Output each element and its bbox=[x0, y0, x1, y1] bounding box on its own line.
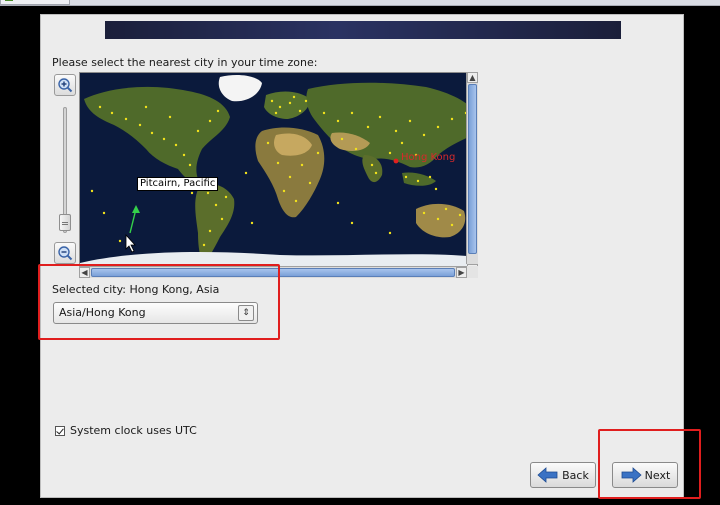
back-arrow-icon bbox=[537, 467, 558, 483]
back-button-label: Back bbox=[562, 468, 589, 482]
selected-city-map-label: Hong Kong bbox=[401, 152, 456, 163]
annotation-highlight-next bbox=[598, 429, 701, 499]
zoom-out-button[interactable] bbox=[54, 242, 76, 264]
tab-close-icon[interactable]: × bbox=[57, 0, 65, 4]
window-tab-label: slave1 bbox=[17, 0, 50, 3]
installer-panel: Please select the nearest city in your t… bbox=[40, 14, 684, 498]
back-button[interactable]: Back bbox=[530, 462, 596, 488]
scroll-corner bbox=[467, 266, 478, 278]
zoom-in-button[interactable] bbox=[54, 74, 76, 96]
utc-checkbox[interactable] bbox=[55, 425, 65, 436]
selected-city-dot[interactable] bbox=[393, 158, 399, 164]
utc-checkbox-label[interactable]: System clock uses UTC bbox=[70, 424, 197, 437]
scroll-up-icon[interactable]: ▲ bbox=[467, 72, 478, 83]
hover-city-label: Pitcairn, Pacific bbox=[137, 177, 219, 191]
annotation-highlight-city bbox=[38, 264, 280, 340]
window-tab-strip: slave1 × bbox=[0, 0, 720, 6]
zoom-out-icon bbox=[58, 246, 73, 261]
window-tab[interactable]: slave1 × bbox=[0, 0, 70, 5]
zoom-in-icon bbox=[58, 78, 73, 93]
world-map[interactable] bbox=[79, 72, 478, 278]
timezone-prompt: Please select the nearest city in your t… bbox=[52, 56, 318, 69]
vm-icon bbox=[5, 0, 13, 1]
utc-checkbox-row[interactable]: System clock uses UTC bbox=[55, 424, 197, 437]
installer-banner bbox=[105, 21, 621, 39]
map-vertical-scroll-thumb[interactable] bbox=[468, 84, 477, 254]
zoom-slider-thumb[interactable] bbox=[59, 214, 71, 231]
world-map-canvas[interactable] bbox=[80, 73, 478, 278]
scroll-right-icon[interactable]: ▶ bbox=[456, 267, 467, 278]
map-vertical-scrollbar[interactable]: ▲ ▼ bbox=[466, 72, 478, 275]
